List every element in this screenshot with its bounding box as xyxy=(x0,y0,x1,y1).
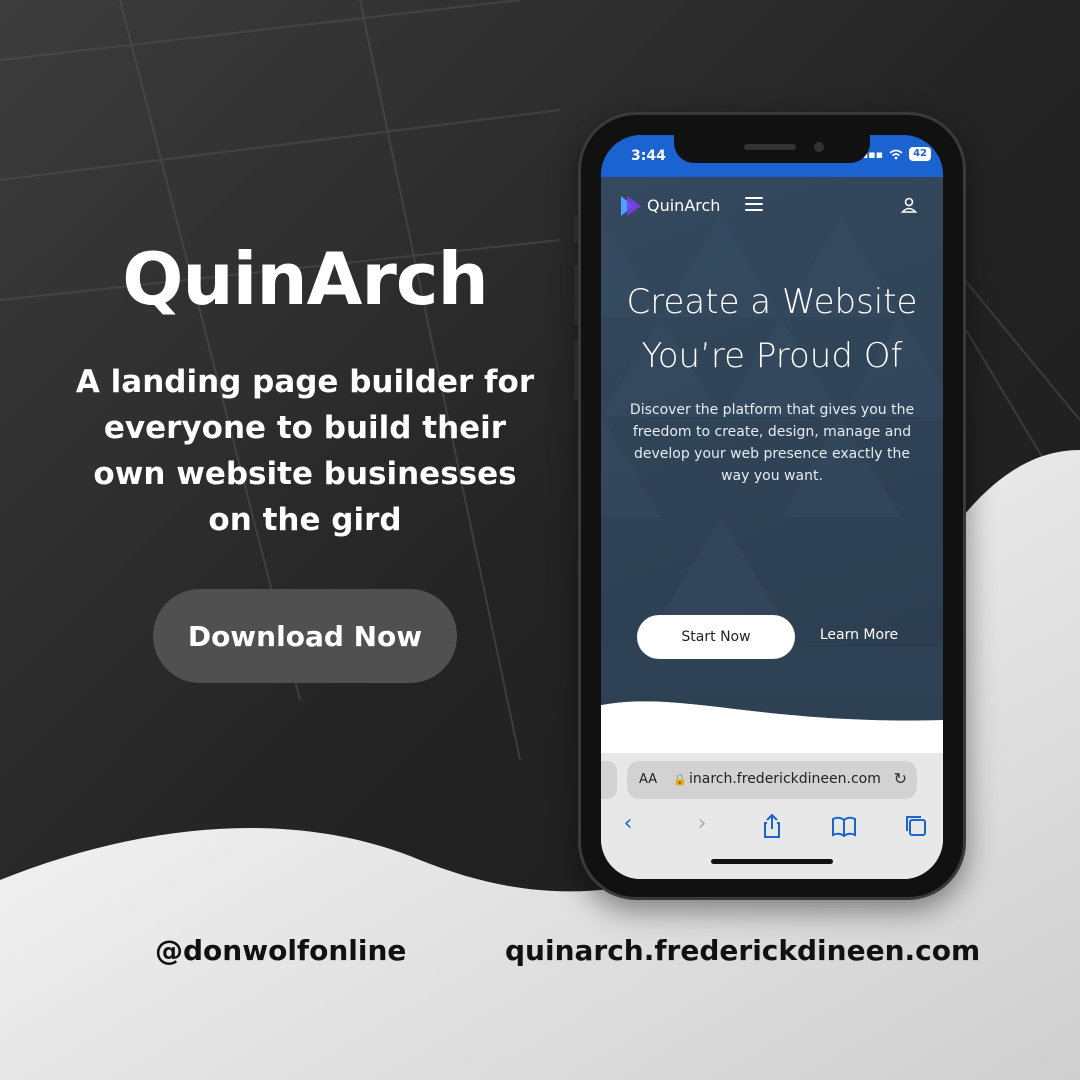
phone-screen: 3:44 ▪▪▪ 42 QuinArch Create a Website Yo… xyxy=(601,135,943,879)
speaker xyxy=(744,144,796,150)
site-headline-line1: Create a Website xyxy=(626,282,918,322)
hero-section: QuinArch A landing page builder for ever… xyxy=(60,237,550,543)
volume-up-button xyxy=(574,265,578,325)
notch xyxy=(674,135,870,163)
social-handle: @donwolfonline xyxy=(155,934,407,967)
hamburger-menu-icon[interactable] xyxy=(745,197,763,211)
silent-switch xyxy=(574,215,578,243)
lock-icon: 🔒 xyxy=(673,773,687,786)
status-time: 3:44 xyxy=(631,148,666,164)
phone-mockup: 3:44 ▪▪▪ 42 QuinArch Create a Website Yo… xyxy=(574,112,966,900)
site-brand: QuinArch xyxy=(647,196,721,215)
start-now-button[interactable]: Start Now xyxy=(637,615,795,659)
site-hero: QuinArch Create a Website You’re Proud O… xyxy=(601,177,943,647)
previous-tab[interactable] xyxy=(601,761,617,799)
learn-more-link[interactable]: Learn More xyxy=(809,627,909,643)
camera xyxy=(814,142,824,152)
share-icon[interactable] xyxy=(757,811,787,841)
address-bar-url: inarch.frederickdineen.com xyxy=(689,771,881,787)
user-icon[interactable] xyxy=(899,195,919,215)
wifi-icon xyxy=(889,149,903,159)
system-icons: ▪▪▪ 42 xyxy=(861,147,931,161)
address-bar[interactable]: AA 🔒 inarch.frederickdineen.com ↻ xyxy=(627,761,917,799)
volume-down-button xyxy=(574,340,578,400)
site-headline-line2: You’re Proud Of xyxy=(641,336,903,376)
wave-divider xyxy=(601,695,943,735)
site-subtext: Discover the platform that gives you the… xyxy=(629,402,915,484)
reload-icon[interactable]: ↻ xyxy=(894,769,907,788)
site-nav: QuinArch xyxy=(601,177,943,237)
hero-tagline: A landing page builder for everyone to b… xyxy=(75,364,535,539)
battery-icon: 42 xyxy=(909,147,931,161)
back-icon[interactable]: ‹ xyxy=(613,811,643,841)
home-indicator[interactable] xyxy=(711,859,833,864)
website-url: quinarch.frederickdineen.com xyxy=(505,934,981,967)
forward-icon[interactable]: › xyxy=(687,811,717,841)
download-now-button[interactable]: Download Now xyxy=(153,589,457,683)
site-headline: Create a Website You’re Proud Of xyxy=(601,275,943,383)
text-size-button[interactable]: AA xyxy=(639,772,657,787)
tabs-icon[interactable] xyxy=(901,811,931,841)
bookmarks-icon[interactable] xyxy=(829,811,859,841)
browser-toolbar: AA 🔒 inarch.frederickdineen.com ↻ ‹ › xyxy=(601,753,943,879)
quinarch-logo-icon xyxy=(621,196,641,216)
hero-title: QuinArch xyxy=(122,237,489,321)
